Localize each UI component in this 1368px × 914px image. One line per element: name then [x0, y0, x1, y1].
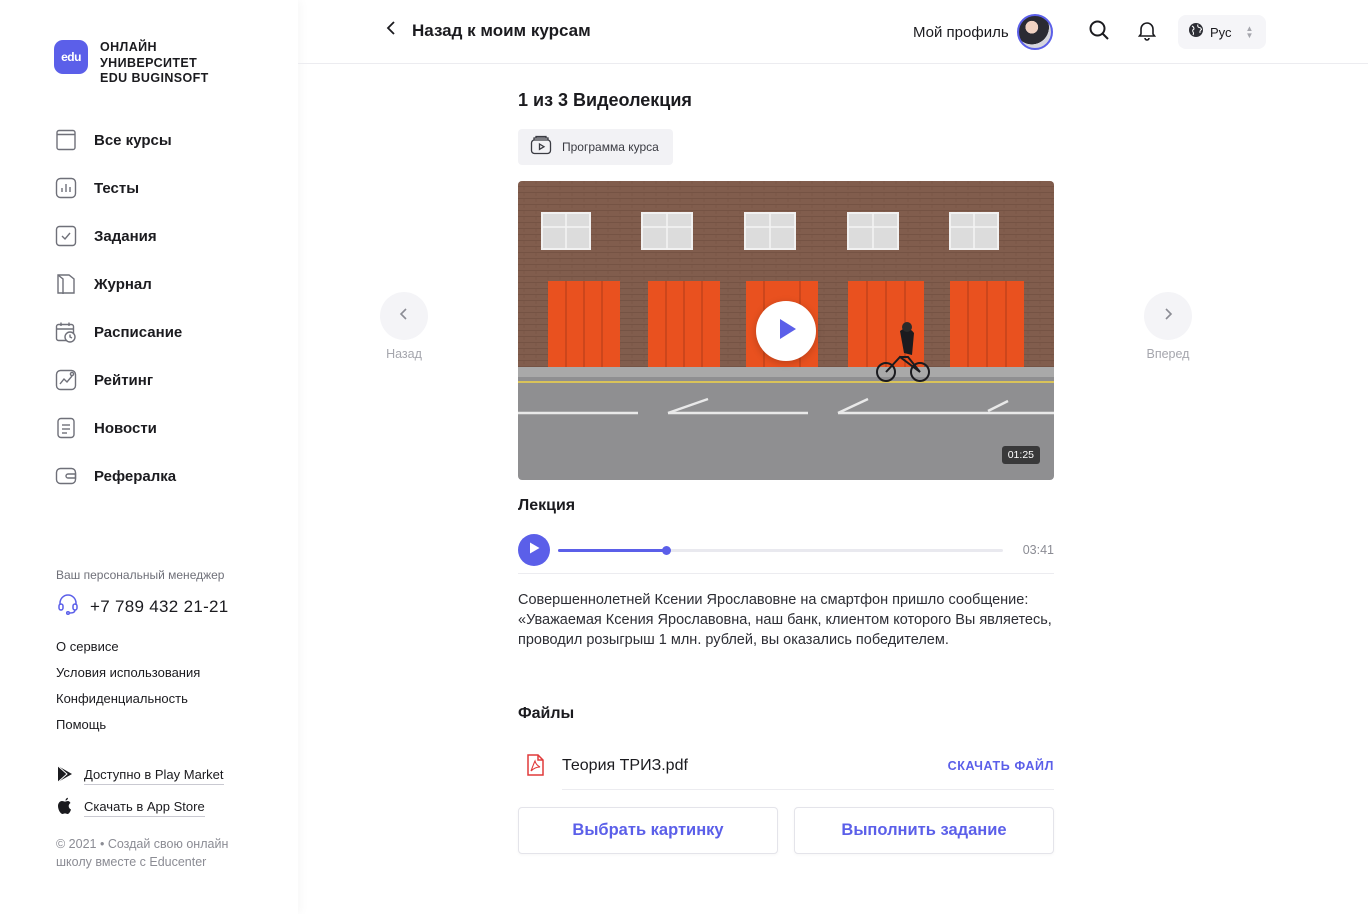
prev-lesson-label: Назад — [386, 347, 422, 361]
sidebar-nav: Все курсы Тесты Задания Журнал Расписани… — [54, 116, 274, 500]
language-select[interactable]: Рус ▲ ▼ — [1178, 15, 1266, 49]
avatar[interactable] — [1016, 14, 1053, 50]
files-section-title: Файлы — [518, 705, 575, 722]
pdf-file-icon — [526, 754, 544, 781]
course-program-label: Программа курса — [562, 140, 659, 154]
brand-name-line: ОНЛАЙН — [100, 40, 157, 54]
sidebar-item-label: Тесты — [94, 179, 140, 197]
prev-lesson-button[interactable] — [380, 292, 428, 340]
journal-icon — [54, 272, 78, 296]
audio-duration: 03:41 — [1022, 543, 1054, 557]
app-store-link[interactable]: Скачать в App Store — [56, 792, 224, 824]
notifications-button[interactable] — [1135, 20, 1159, 44]
complete-task-button[interactable]: Выполнить задание — [794, 807, 1054, 854]
manager-label: Ваш персональный менеджер — [56, 568, 225, 582]
manager-phone[interactable]: +7 789 432 21-21 — [90, 597, 229, 617]
sidebar-item-label: Рейтинг — [94, 371, 154, 389]
headset-icon — [56, 592, 80, 621]
sidebar-item-label: Новости — [94, 419, 157, 437]
link-help[interactable]: Помощь — [56, 716, 200, 742]
lesson-description: Совершеннолетней Ксении Ярославовне на с… — [518, 592, 1052, 648]
sidebar-item-news[interactable]: Новости — [54, 404, 274, 452]
play-market-link[interactable]: Доступно в Play Market — [56, 760, 224, 792]
chart-icon — [54, 176, 78, 200]
lesson-title: 1 из 3 Видеолекция — [518, 90, 692, 110]
chevron-left-icon — [397, 307, 411, 326]
logo-badge: edu — [54, 40, 88, 74]
app-stores: Доступно в Play Market Скачать в App Sto… — [56, 760, 224, 824]
play-icon — [527, 541, 541, 560]
sidebar-item-referral[interactable]: Рефералка — [54, 452, 274, 500]
link-about[interactable]: О сервисе — [56, 638, 200, 664]
copyright: © 2021 • Создай свою онлайн школу вместе… — [56, 837, 229, 869]
video-folder-icon — [530, 135, 552, 160]
video-play-button[interactable] — [756, 301, 816, 361]
link-privacy[interactable]: Конфиденциальность — [56, 690, 200, 716]
next-lesson-label: Вперед — [1146, 347, 1190, 361]
choose-picture-button[interactable]: Выбрать картинку — [518, 807, 778, 854]
top-header: Назад к моим курсам Мой профиль Рус ▲ ▼ — [298, 0, 1368, 64]
sidebar-item-label: Рефералка — [94, 467, 177, 485]
bell-icon — [1136, 19, 1158, 46]
trend-icon — [54, 368, 78, 392]
video-duration: 01:25 — [1001, 446, 1040, 464]
language-label: Рус — [1210, 24, 1232, 40]
file-item: Теория ТРИЗ.pdf СКАЧАТЬ ФАЙЛ — [518, 748, 1054, 790]
back-to-courses-label: Назад к моим курсам — [412, 20, 591, 40]
sidebar-item-journal[interactable]: Журнал — [54, 260, 274, 308]
play-market-label: Доступно в Play Market — [84, 767, 224, 785]
sidebar-item-label: Расписание — [94, 323, 183, 341]
audio-play-button[interactable] — [518, 534, 550, 566]
sidebar-item-tasks[interactable]: Задания — [54, 212, 274, 260]
audio-section-title: Лекция — [518, 497, 576, 514]
download-file-link[interactable]: СКАЧАТЬ ФАЙЛ — [948, 759, 1054, 773]
globe-icon — [1188, 22, 1204, 43]
sidebar-item-label: Задания — [94, 227, 157, 245]
audio-progress-track[interactable] — [558, 546, 1003, 555]
audio-progress-fill — [558, 549, 667, 552]
sidebar-item-label: Журнал — [94, 275, 152, 293]
sidebar-item-label: Все курсы — [94, 131, 172, 149]
profile-link[interactable]: Мой профиль — [913, 14, 1053, 50]
audio-player: 03:41 — [518, 534, 1054, 574]
brand-logo[interactable]: edu ОНЛАЙН УНИВЕРСИТЕТ EDU BUGINSOFT — [54, 40, 230, 87]
wallet-icon — [54, 464, 78, 488]
sidebar-item-schedule[interactable]: Расписание — [54, 308, 274, 356]
course-program-button[interactable]: Программа курса — [518, 129, 673, 165]
chevron-left-icon — [384, 20, 400, 41]
file-divider — [562, 789, 1054, 790]
select-arrows-icon: ▲ ▼ — [1245, 24, 1254, 40]
search-icon — [1088, 19, 1110, 46]
sidebar-item-tests[interactable]: Тесты — [54, 164, 274, 212]
sidebar-item-all-courses[interactable]: Все курсы — [54, 116, 274, 164]
search-button[interactable] — [1087, 20, 1111, 44]
book-icon — [54, 128, 78, 152]
brand-name-line: УНИВЕРСИТЕТ — [100, 55, 198, 70]
sidebar: edu ОНЛАЙН УНИВЕРСИТЕТ EDU BUGINSOFT Все… — [0, 0, 298, 914]
manager-phone-row[interactable]: +7 789 432 21-21 — [56, 592, 229, 621]
file-name[interactable]: Теория ТРИЗ.pdf — [562, 757, 688, 775]
checkbox-icon — [54, 224, 78, 248]
chevron-right-icon — [1161, 307, 1175, 326]
brand-name: ОНЛАЙН УНИВЕРСИТЕТ EDU BUGINSOFT — [100, 40, 230, 87]
video-player[interactable]: 01:25 — [518, 181, 1054, 480]
app-store-label: Скачать в App Store — [84, 799, 205, 817]
play-icon — [773, 316, 799, 347]
next-lesson-button[interactable] — [1144, 292, 1192, 340]
personal-manager: Ваш персональный менеджер +7 789 432 21-… — [56, 568, 229, 621]
brand-name-line: EDU BUGINSOFT — [100, 71, 209, 85]
calendar-clock-icon — [54, 320, 78, 344]
sidebar-item-rating[interactable]: Рейтинг — [54, 356, 274, 404]
apple-icon — [56, 797, 74, 820]
profile-label: Мой профиль — [913, 23, 1009, 41]
footer-links: О сервисе Условия использования Конфиден… — [56, 638, 200, 742]
back-to-courses-link[interactable]: Назад к моим курсам — [384, 20, 591, 41]
play-market-icon — [56, 765, 74, 788]
audio-progress-handle[interactable] — [662, 546, 672, 555]
document-icon — [54, 416, 78, 440]
link-terms[interactable]: Условия использования — [56, 664, 200, 690]
